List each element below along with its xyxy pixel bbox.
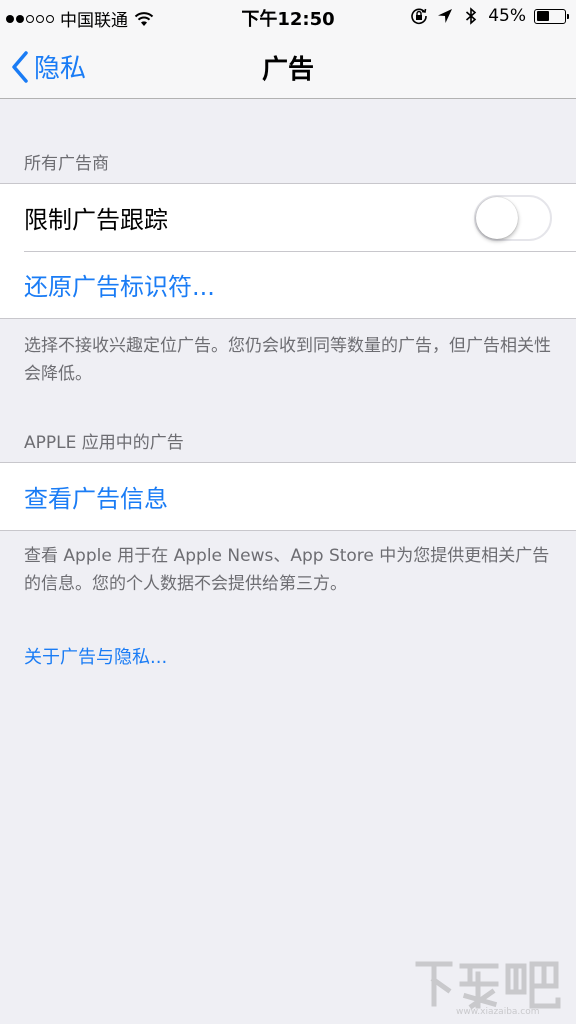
status-right: 45% [410, 6, 569, 26]
section-footer-all-advertisers: 选择不接收兴趣定位广告。您仍会收到同等数量的广告，但广告相关性会降低。 [24, 336, 551, 384]
bluetooth-icon [466, 7, 477, 25]
view-ad-information-button[interactable]: 查看广告信息 [0, 463, 576, 530]
watermark-logo: www.xiazaiba.com [415, 961, 561, 1016]
battery-percentage: 45% [488, 6, 526, 26]
page-title: 广告 [261, 55, 314, 85]
rotation-lock-icon [411, 8, 428, 25]
toggle-knob [476, 197, 518, 239]
view-ad-information-label: 查看广告信息 [24, 485, 168, 513]
section-header-apple-apps: APPLE 应用中的广告 [24, 433, 184, 453]
limit-ad-tracking-label: 限制广告跟踪 [24, 206, 168, 234]
section-header-all-advertisers: 所有广告商 [24, 154, 109, 174]
settings-group-all-advertisers: 限制广告跟踪 还原广告标识符... [0, 183, 576, 319]
limit-ad-tracking-row: 限制广告跟踪 [0, 184, 576, 251]
about-ads-privacy-link[interactable]: 关于广告与隐私... [24, 643, 167, 669]
limit-ad-tracking-toggle[interactable] [474, 195, 552, 241]
status-bar: 中国联通 下午12:50 45% [0, 0, 576, 34]
location-icon [438, 9, 453, 23]
battery-fill [536, 11, 549, 21]
reset-advertising-identifier-label: 还原广告标识符... [24, 273, 215, 301]
reset-advertising-identifier-button[interactable]: 还原广告标识符... [0, 251, 576, 318]
settings-group-apple-apps: 查看广告信息 [0, 462, 576, 531]
watermark-url: www.xiazaiba.com [456, 1007, 540, 1016]
section-footer-apple-apps: 查看 Apple 用于在 Apple News、App Store 中为您提供更… [24, 546, 550, 594]
navigation-bar: 隐私 广告 [0, 34, 576, 99]
battery-icon [534, 8, 569, 24]
